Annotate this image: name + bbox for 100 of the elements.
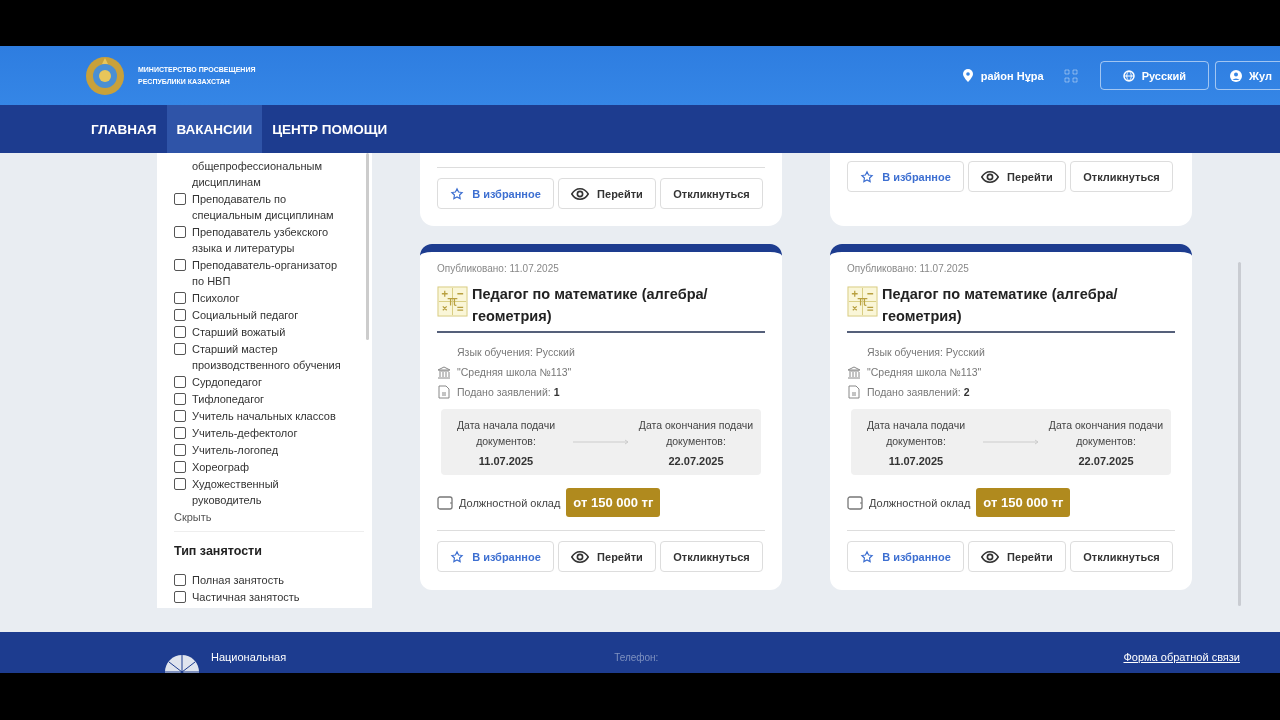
- arrow-icon: [571, 439, 631, 445]
- favorite-button[interactable]: В избранное: [437, 178, 554, 209]
- start-date: 11.07.2025: [478, 455, 534, 467]
- filter-label: Учитель-логопед: [192, 443, 279, 458]
- filter-label: Художественный руководитель: [192, 477, 280, 508]
- filter-label: Учитель начальных классов: [192, 409, 336, 424]
- vacancy-title: Педагог по математике (алгебра/ геометрия): [472, 285, 709, 326]
- eye-icon: [571, 186, 590, 201]
- checkbox[interactable]: [174, 478, 186, 490]
- checkbox[interactable]: [174, 259, 186, 271]
- user-icon: [1230, 69, 1243, 82]
- wallet-icon: [847, 495, 863, 510]
- eye-icon: [981, 549, 1000, 564]
- math-icon: [847, 286, 878, 317]
- view-button[interactable]: Перейти: [968, 161, 1066, 192]
- filter-label: Преподаватель по специальным дисциплинам: [192, 192, 335, 223]
- eye-icon: [571, 549, 590, 564]
- school-name: "Средняя школа №113": [867, 366, 982, 378]
- language-button[interactable]: Русский: [1099, 61, 1210, 90]
- respond-button[interactable]: Откликнуться: [660, 541, 763, 572]
- filter-label: Частичная занятость: [192, 590, 300, 605]
- building-icon: [847, 365, 861, 379]
- start-date-label: Дата начала подачи документов:: [455, 418, 557, 449]
- organization-name: Национальная: [211, 651, 287, 665]
- filter-heading: Тип занятости: [174, 544, 263, 558]
- user-button[interactable]: Жул: [1215, 61, 1280, 90]
- scrollbar-thumb[interactable]: [1238, 262, 1241, 606]
- favorite-button[interactable]: В избранное: [437, 541, 554, 572]
- checkbox[interactable]: [174, 343, 186, 355]
- scrollbar-thumb[interactable]: [366, 153, 369, 340]
- checkbox[interactable]: [174, 309, 186, 321]
- star-icon: [450, 186, 465, 201]
- filter-label: Тифлопедагог: [192, 392, 265, 407]
- math-icon: [437, 286, 468, 317]
- filter-label: Сурдопедагог: [192, 375, 262, 390]
- document-icon: [847, 385, 861, 399]
- salary-label: Должностной оклад: [459, 496, 561, 509]
- filter-label: Преподаватель-организатор по НВП: [192, 258, 338, 289]
- nav-tab[interactable]: ЦЕНТР ПОМОЩИ: [262, 105, 398, 153]
- star-icon: [860, 549, 875, 564]
- checkbox[interactable]: [174, 574, 186, 586]
- checkbox[interactable]: [174, 444, 186, 456]
- respond-button[interactable]: Откликнуться: [1070, 541, 1173, 572]
- favorite-button[interactable]: В избранное: [847, 161, 964, 192]
- end-date: 22.07.2025: [668, 455, 724, 467]
- filter-label: Социальный педагог: [192, 308, 299, 323]
- school-name: "Средняя школа №113": [457, 366, 572, 378]
- checkbox[interactable]: [174, 591, 186, 603]
- emblem-icon: [85, 55, 125, 96]
- location-link[interactable]: район Нұра: [980, 69, 1044, 82]
- checkbox[interactable]: [174, 292, 186, 304]
- applications-count: Подано заявлений: 2: [867, 386, 970, 398]
- location-pin-icon: [962, 69, 973, 82]
- published-date: Опубликовано: 11.07.2025: [847, 263, 970, 274]
- wallet-icon: [437, 495, 453, 510]
- filter-label: Старший вожатый: [192, 325, 286, 340]
- end-date: 22.07.2025: [1078, 455, 1134, 467]
- teaching-language: Язык обучения: Русский: [867, 346, 985, 358]
- start-date: 11.07.2025: [888, 455, 944, 467]
- checkbox[interactable]: [174, 393, 186, 405]
- filter-label: общепрофессиональным дисциплинам: [192, 159, 323, 190]
- arrow-icon: [981, 439, 1041, 445]
- checkbox[interactable]: [174, 226, 186, 238]
- respond-button[interactable]: Откликнуться: [1070, 161, 1173, 192]
- checkbox[interactable]: [174, 326, 186, 338]
- checkbox[interactable]: [174, 193, 186, 205]
- favorite-button[interactable]: В избранное: [847, 541, 964, 572]
- vacancy-title: Педагог по математике (алгебра/ геометрия): [882, 285, 1119, 326]
- filter-label: Старший мастер производственного обучения: [192, 342, 342, 373]
- teaching-language: Язык обучения: Русский: [457, 346, 575, 358]
- phone-label: Телефон:: [614, 652, 659, 665]
- filter-label: Преподаватель узбекского языка и литературы: [192, 225, 330, 256]
- feedback-link[interactable]: Форма обратной связи: [1123, 651, 1240, 673]
- checkbox[interactable]: [174, 427, 186, 439]
- filter-label: Хореограф: [192, 460, 249, 475]
- checkbox[interactable]: [174, 410, 186, 422]
- filter-label: Полная занятость: [192, 573, 284, 588]
- nav-tab[interactable]: ВАКАНСИИ: [166, 105, 263, 153]
- view-button[interactable]: Перейти: [558, 541, 656, 572]
- salary-badge: от 150 000 тг: [976, 488, 1071, 517]
- published-date: Опубликовано: 11.07.2025: [437, 263, 560, 274]
- applications-count: Подано заявлений: 1: [457, 386, 560, 398]
- salary-badge: от 150 000 тг: [566, 488, 661, 517]
- document-icon: [437, 385, 451, 399]
- star-icon: [860, 169, 875, 184]
- star-icon: [450, 549, 465, 564]
- eye-icon: [981, 169, 1000, 184]
- checkbox[interactable]: [174, 461, 186, 473]
- end-date-label: Дата окончания подачи документов:: [1047, 418, 1165, 449]
- checkbox[interactable]: [174, 376, 186, 388]
- respond-button[interactable]: Откликнуться: [660, 178, 763, 209]
- view-button[interactable]: Перейти: [558, 178, 656, 209]
- end-date-label: Дата окончания подачи документов:: [637, 418, 755, 449]
- building-icon: [437, 365, 451, 379]
- hide-link[interactable]: Скрыть: [174, 510, 364, 532]
- nav-tab[interactable]: ГЛАВНАЯ: [81, 105, 167, 153]
- start-date-label: Дата начала подачи документов:: [865, 418, 967, 449]
- filter-label: Психолог: [192, 291, 240, 306]
- salary-label: Должностной оклад: [869, 496, 971, 509]
- view-button[interactable]: Перейти: [968, 541, 1066, 572]
